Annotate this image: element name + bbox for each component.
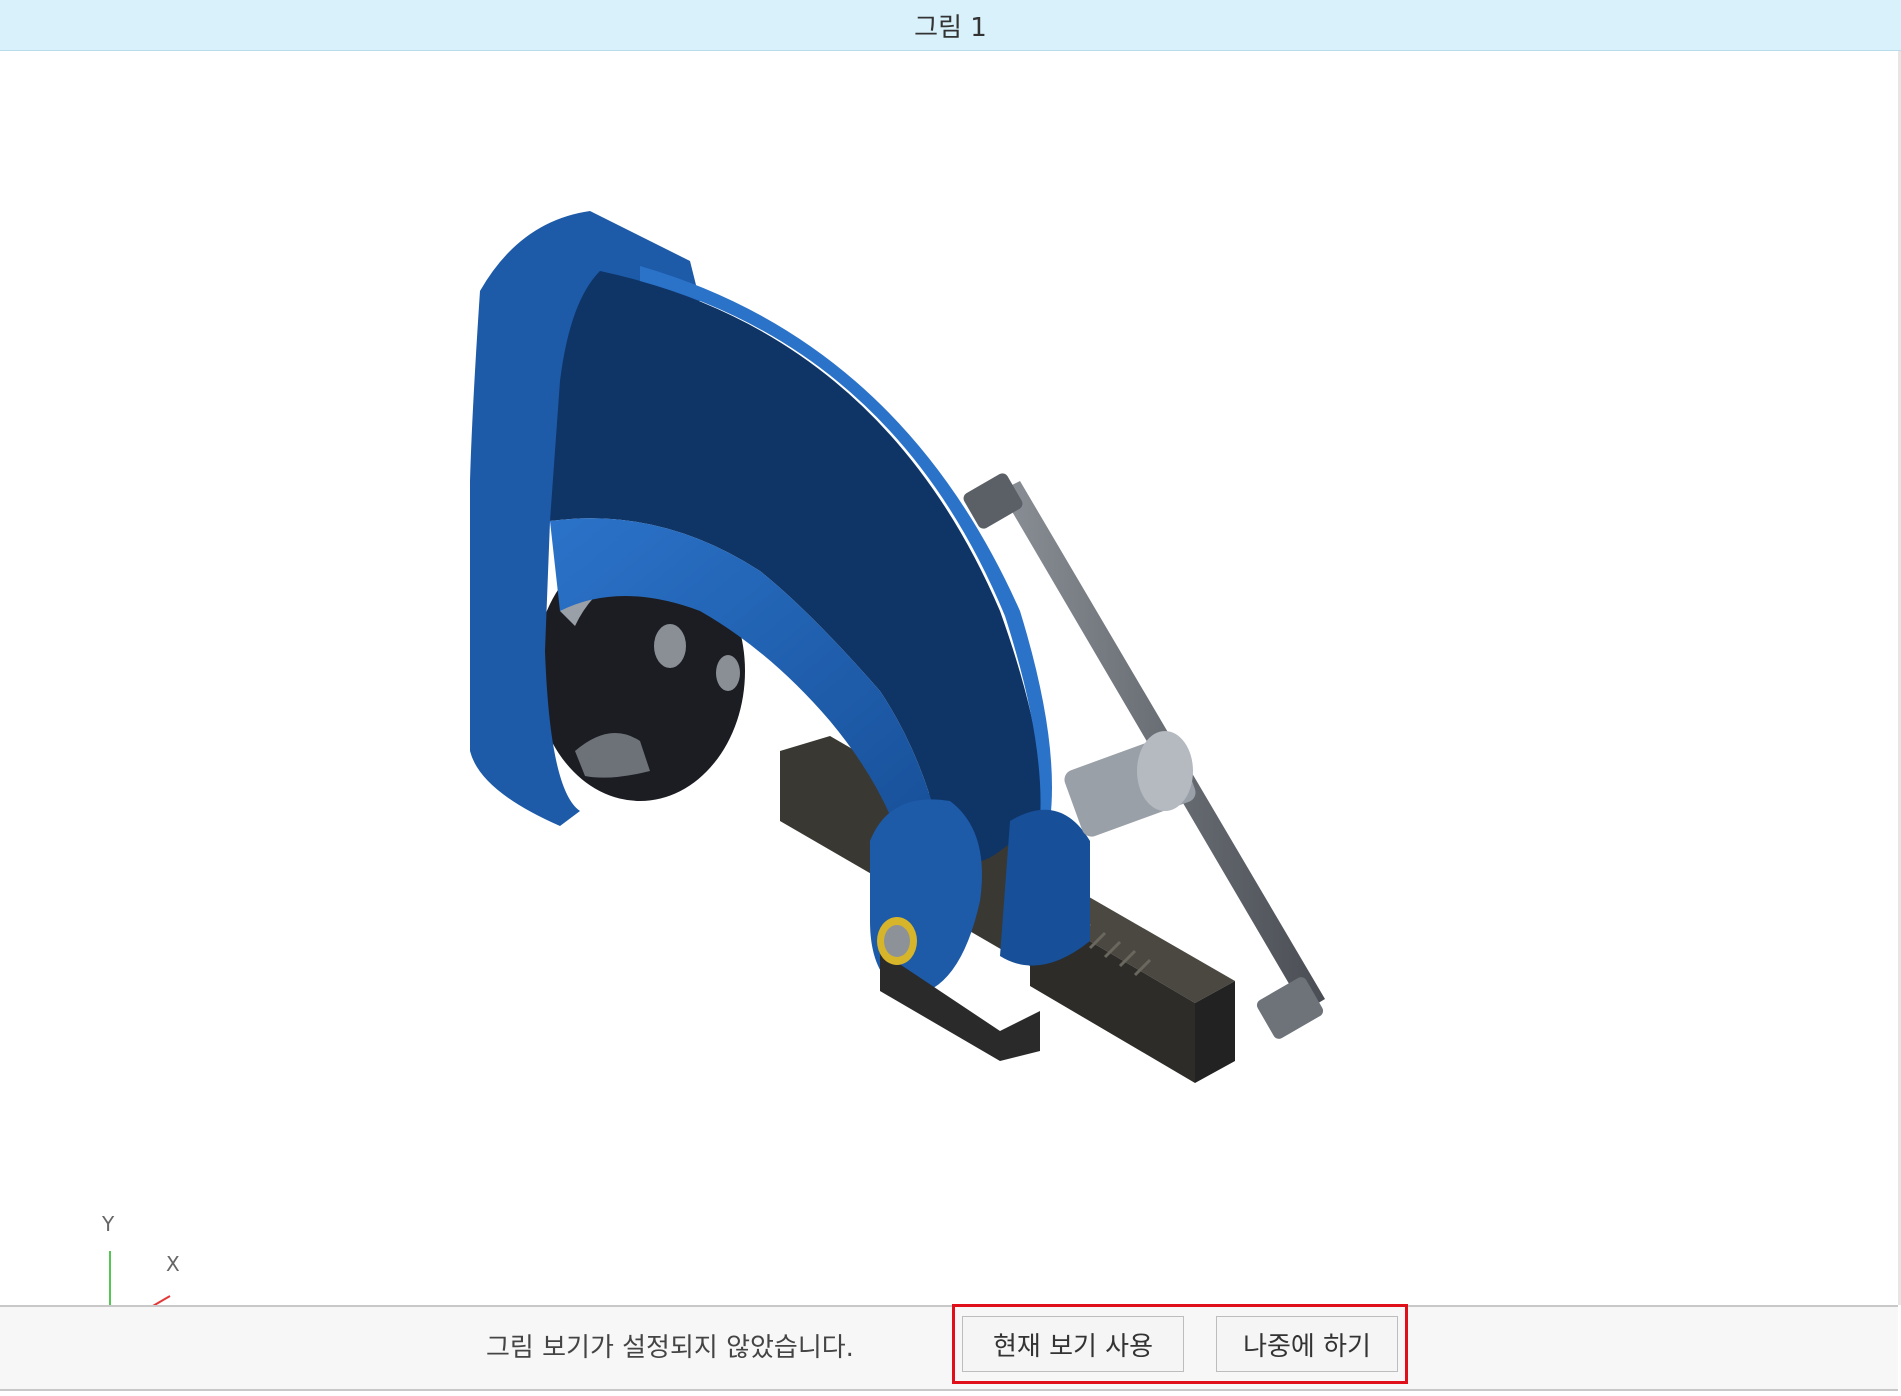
pivot-pin xyxy=(884,925,910,957)
t-handle-sleeve-cap xyxy=(1137,731,1193,811)
window-title: 그림 1 xyxy=(914,12,987,43)
clamp-model-render[interactable] xyxy=(0,51,1898,1305)
y-axis-label: Y xyxy=(101,1212,115,1236)
lower-block xyxy=(880,951,1040,1061)
window-title-bar: 그림 1 xyxy=(0,0,1901,51)
view-not-set-message: 그림 보기가 설정되지 않았습니다. xyxy=(486,1333,854,1363)
model-viewport[interactable]: Y X Z xyxy=(0,51,1898,1351)
later-button[interactable]: 나중에 하기 xyxy=(1216,1316,1398,1372)
drum-hole-1 xyxy=(654,624,686,668)
use-current-view-button[interactable]: 현재 보기 사용 xyxy=(962,1316,1184,1372)
drum-hole-2 xyxy=(716,655,740,691)
lower-jaw xyxy=(1000,809,1090,966)
x-axis-label: X xyxy=(166,1252,180,1276)
view-notification-bar xyxy=(0,1305,1898,1391)
